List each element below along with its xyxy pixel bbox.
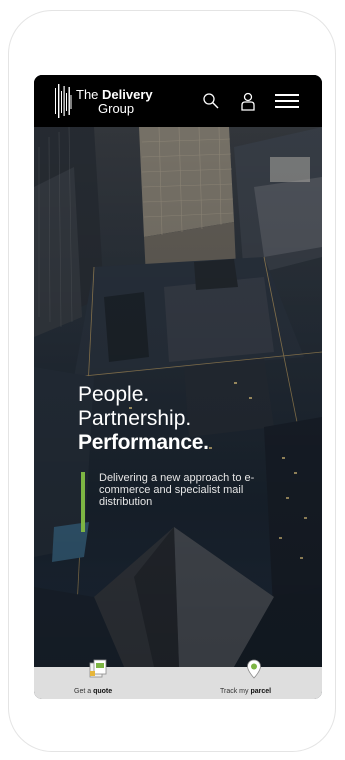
tagline-text: Delivering a new approach to e-commerce … — [99, 472, 255, 508]
get-quote-label: Get a quote — [74, 688, 113, 695]
location-pin-icon — [247, 659, 261, 679]
brand-line2: Group — [98, 100, 135, 116]
headline-line-1: People. — [78, 383, 150, 406]
brand-prefix: The — [76, 86, 99, 102]
search-icon[interactable] — [200, 90, 222, 112]
hamburger-menu-icon[interactable] — [274, 90, 300, 112]
brand-name: Delivery — [102, 86, 153, 102]
top-navigation-bar: The Delivery Group — [34, 75, 322, 127]
headline-line-2: Partnership. — [78, 407, 192, 430]
quote-document-icon — [89, 659, 107, 678]
barcode-logo-icon — [55, 84, 72, 118]
get-quote-button[interactable]: Get a quote — [74, 659, 134, 699]
brand-wordmark: The Delivery Group — [76, 88, 153, 115]
track-parcel-button[interactable]: Track my parcel — [220, 659, 290, 699]
user-icon[interactable] — [237, 90, 259, 112]
track-parcel-label: Track my parcel — [220, 688, 272, 695]
hero-banner: People. Partnership. Performance. Delive… — [34, 127, 322, 667]
phone-screen: The Delivery Group People. Partnership. … — [34, 75, 322, 699]
bottom-action-bar: Get a quote Track my parcel — [34, 659, 322, 699]
hero-tagline: Delivering a new approach to e-commerce … — [81, 472, 271, 532]
hero-headline: People. Partnership. Performance. — [78, 383, 209, 455]
brand-logo[interactable]: The Delivery Group — [54, 84, 153, 118]
headline-line-3: Performance. — [78, 431, 209, 454]
